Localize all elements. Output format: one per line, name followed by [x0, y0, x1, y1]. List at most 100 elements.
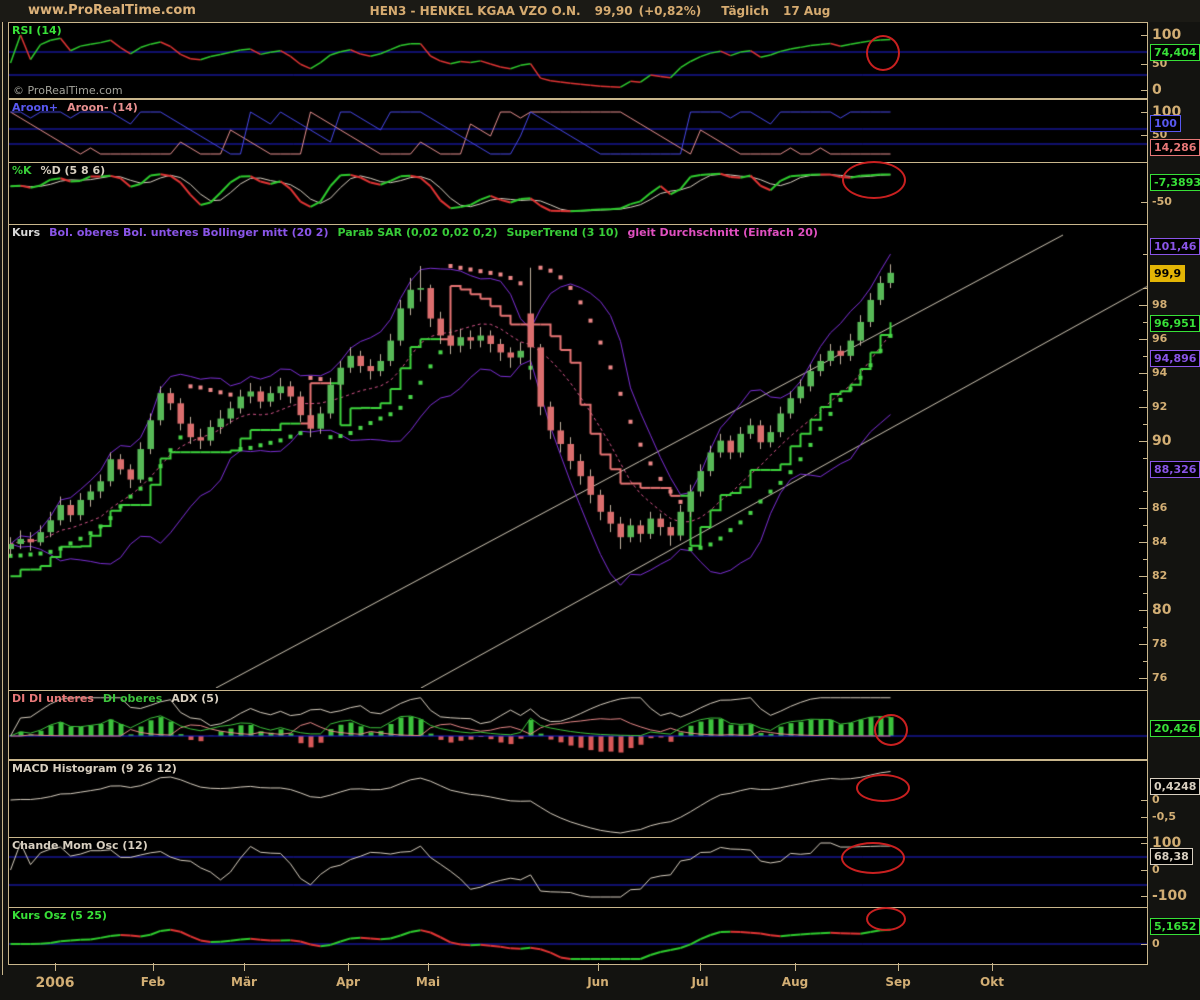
adx-label-part[interactable]: DI DI unteres: [12, 692, 94, 705]
kurs-label-part[interactable]: gleit Durchschnitt (Einfach 20): [628, 226, 818, 239]
price-tick: [1139, 576, 1148, 577]
rsi-tick: [1141, 90, 1148, 91]
cmo-tick: [1141, 870, 1148, 871]
price-minor-tick: [1143, 254, 1148, 255]
kurs-label-part[interactable]: SuperTrend (3 10): [506, 226, 618, 239]
instrument-title: HEN3 - HENKEL KGAA VZO O.N.99,90(+0,82%)…: [200, 4, 1000, 18]
stoch-tick-label: -50: [1152, 195, 1172, 208]
price-oscillator-label: Kurs Osz (5 25): [12, 909, 116, 922]
stoch-label-part[interactable]: %K: [12, 164, 32, 177]
month-tick: [244, 963, 245, 971]
price-minor-tick: [1143, 424, 1148, 425]
stochastic-chart-canvas[interactable]: [9, 163, 1147, 222]
aroon-chart-canvas[interactable]: [9, 100, 1147, 160]
kurs-label-part[interactable]: Bol. oberes Bol. unteres Bollinger mitt …: [49, 226, 328, 239]
price-tick-label: 90: [1152, 434, 1171, 449]
rsi-value-box: 74,404: [1150, 44, 1200, 61]
price-tick-label: 92: [1152, 400, 1167, 413]
stoch-label-part[interactable]: %D (5 8 6): [41, 164, 106, 177]
price-tick-label: 86: [1152, 501, 1167, 514]
month-label: Feb: [141, 975, 165, 989]
adx-label-part[interactable]: DI oberes: [103, 692, 162, 705]
macd-tick: [1141, 800, 1148, 801]
adx-label-part[interactable]: ADX (5): [171, 692, 219, 705]
price-value-box: 94,896: [1150, 350, 1200, 367]
month-label: Jun: [587, 975, 609, 989]
price-oscillator-canvas[interactable]: [9, 908, 1147, 962]
price-tick: [1139, 644, 1148, 645]
kurs-label-part[interactable]: Kurs: [12, 226, 40, 239]
price-tick: [1139, 339, 1148, 340]
price-value-box: 88,326: [1150, 461, 1200, 478]
price-minor-tick: [1143, 390, 1148, 391]
price-value-box: 101,46: [1150, 238, 1200, 255]
stochastic-label: %K %D (5 8 6): [12, 164, 114, 177]
price-tick: [1139, 508, 1148, 509]
adx-value-box: 20,426: [1150, 720, 1200, 737]
rsi-chart-canvas[interactable]: [9, 23, 1147, 96]
aroon-tick: [1141, 135, 1148, 136]
title-last-price: 99,90: [595, 4, 633, 18]
prorealtime-logo-link[interactable]: www.ProRealTime.com: [28, 3, 196, 18]
kursosz-tick-label: 0: [1152, 937, 1160, 950]
price-tick: [1139, 305, 1148, 306]
kursosz-label-part[interactable]: Kurs Osz (5 25): [12, 909, 107, 922]
price-minor-tick: [1143, 322, 1148, 323]
price-value-box: 96,951: [1150, 315, 1200, 332]
price-tick: [1139, 678, 1148, 679]
aroon-value-box: 100: [1150, 115, 1181, 132]
macd-tick-label: -0,5: [1152, 810, 1176, 823]
price-tick-label: 98: [1152, 298, 1167, 311]
stoch-value-box: -7,3893: [1150, 174, 1200, 191]
rsi-label-part[interactable]: RSI (14): [12, 24, 62, 37]
macd-value-box: 0,4248: [1150, 778, 1200, 795]
month-tick: [598, 963, 599, 971]
aroon-label-part[interactable]: Aroon- (14): [67, 101, 138, 114]
prorealtime-chart-window: www.ProRealTime.com HEN3 - HENKEL KGAA V…: [0, 0, 1200, 1000]
cmo-label-part[interactable]: Chande Mom Osc (12): [12, 839, 148, 852]
month-tick: [992, 963, 993, 971]
cmo-tick: [1141, 843, 1148, 844]
panel-price-chart: Kurs Bol. oberes Bol. unteres Bollinger m…: [8, 224, 1148, 691]
aroon-label-part[interactable]: Aroon+: [12, 101, 58, 114]
price-tick: [1139, 610, 1148, 611]
macd-label: MACD Histogram (9 26 12): [12, 762, 186, 775]
aroon-tick: [1141, 112, 1148, 113]
highlight-ellipse-cmo: [841, 842, 905, 874]
month-label: Aug: [782, 975, 808, 989]
month-label: Mär: [231, 975, 257, 989]
price-tick-label: 84: [1152, 535, 1167, 548]
chande-label: Chande Mom Osc (12): [12, 839, 157, 852]
month-tick: [153, 963, 154, 971]
month-tick: [348, 963, 349, 971]
rsi-tick: [1141, 35, 1148, 36]
month-label: Okt: [980, 975, 1004, 989]
price-minor-tick: [1143, 627, 1148, 628]
price-minor-tick: [1143, 356, 1148, 357]
kurs-label-part[interactable]: Parab SAR (0,02 0,02 0,2): [337, 226, 497, 239]
month-label: Sep: [885, 975, 910, 989]
price-tick: [1139, 373, 1148, 374]
adx-label: DI DI unteres DI oberes ADX (5): [12, 692, 228, 705]
copyright-watermark: © ProRealTime.com: [13, 84, 123, 97]
price-tick: [1139, 441, 1148, 442]
panel-price-oscillator: Kurs Osz (5 25): [8, 907, 1148, 965]
price-chart-legend: Kurs Bol. oberes Bol. unteres Bollinger m…: [12, 226, 827, 239]
price-minor-tick: [1143, 559, 1148, 560]
window-left-frame: [2, 22, 3, 975]
highlight-ellipse-stoch: [842, 161, 906, 199]
price-chart-canvas[interactable]: [9, 225, 1147, 688]
panel-chande-momentum: Chande Mom Osc (12): [8, 837, 1148, 908]
chande-chart-canvas[interactable]: [9, 838, 1147, 905]
price-tick-label: 94: [1152, 366, 1167, 379]
highlight-ellipse-macd: [856, 774, 910, 802]
title-symbol: HEN3 - HENKEL KGAA VZO O.N.: [370, 4, 581, 18]
price-value-box: 99,9: [1150, 265, 1185, 282]
macd-label-part[interactable]: MACD Histogram (9 26 12): [12, 762, 177, 775]
cmo-tick: [1141, 896, 1148, 897]
month-label: Apr: [336, 975, 360, 989]
highlight-ellipse-rsi: [866, 35, 900, 71]
month-tick: [55, 963, 56, 971]
month-tick: [428, 963, 429, 971]
panel-macd: MACD Histogram (9 26 12): [8, 760, 1148, 838]
